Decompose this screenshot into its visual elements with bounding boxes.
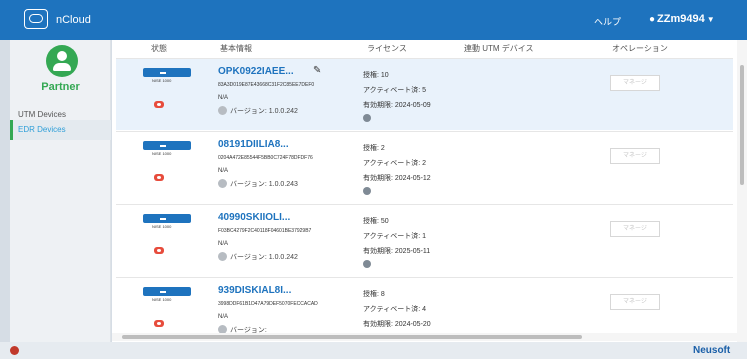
alert-icon <box>154 247 164 254</box>
license-activated: アクティベート済: 1 <box>363 233 427 240</box>
cloud-logo-icon <box>24 9 48 29</box>
license-expiry: 有効期限: 2024-05-20 <box>363 321 431 328</box>
app-title: nCloud <box>56 14 91 26</box>
device-na: N/A <box>218 314 229 320</box>
footer-icon <box>10 346 19 355</box>
license-granted: 授権: 2 <box>363 145 385 152</box>
device-name[interactable]: 08191DIILIA8... <box>218 139 289 150</box>
table-row[interactable]: NISE 1000 40990SKIIOLI... F03BC4279F2C40… <box>116 204 733 276</box>
sidebar-item-edr-devices[interactable]: EDR Devices <box>10 120 111 140</box>
column-header-operation: オペレーション <box>612 44 668 53</box>
version-icon <box>218 179 227 188</box>
alert-icon <box>154 174 164 181</box>
device-name[interactable]: 939DISKIAL8I... <box>218 285 291 296</box>
version-icon <box>218 252 227 261</box>
role-label: Partner <box>41 81 80 93</box>
help-link[interactable]: ヘルプ <box>594 15 621 28</box>
device-serial: F03BC4279F2C40118F04601BE37929B7 <box>218 228 312 234</box>
column-header-license: ライセンス <box>367 44 407 53</box>
sidebar: Partner UTM Devices EDR Devices <box>10 40 111 349</box>
device-serial: 3998DDF61B1D47A79DEF5070FECCACAD <box>218 301 318 307</box>
refresh-icon <box>363 187 371 195</box>
refresh-icon <box>363 114 371 122</box>
device-serial: 0204A472E85544F5BB0C724F78DFDF76 <box>218 155 313 161</box>
version-icon <box>218 106 227 115</box>
device-version: バージョン: 1.0.0.242 <box>218 106 298 116</box>
device-version: バージョン: 1.0.0.242 <box>218 252 298 262</box>
brand-logo: Neusoft <box>693 345 731 356</box>
column-header-basic-info: 基本情報 <box>220 44 252 53</box>
device-icon: NISE 1000 <box>140 284 191 304</box>
license-activated: アクティベート済: 5 <box>363 87 427 94</box>
table-row[interactable]: NISE 1000 08191DIILIA8... 0204A472E85544… <box>116 131 733 203</box>
device-na: N/A <box>218 241 229 247</box>
device-version: バージョン: 1.0.0.243 <box>218 179 298 189</box>
user-menu[interactable]: ● ZZm9494 ▼ <box>649 13 715 25</box>
top-bar: nCloud ヘルプ ● ZZm9494 ▼ <box>0 0 747 40</box>
footer: Neusoft <box>0 342 747 359</box>
device-name[interactable]: OPK0922IAEE... <box>218 66 294 77</box>
license-activated: アクティベート済: 2 <box>363 160 427 167</box>
device-na: N/A <box>218 168 229 174</box>
device-table: 状態 基本情報 ライセンス 連動 UTM デバイス オペレーション NISE 1… <box>112 40 737 349</box>
alert-icon <box>154 320 164 327</box>
vertical-scrollbar[interactable] <box>737 40 747 349</box>
column-header-status: 状態 <box>151 44 167 53</box>
username: ZZm9494 <box>657 13 705 25</box>
license-expiry: 有効期限: 2025-05-11 <box>363 248 431 255</box>
license-granted: 授権: 10 <box>363 72 389 79</box>
license-expiry: 有効期限: 2024-05-09 <box>363 102 431 109</box>
device-na: N/A <box>218 95 229 101</box>
manage-button[interactable]: マネージ <box>610 294 660 310</box>
license-activated: アクティベート済: 4 <box>363 306 427 313</box>
device-name[interactable]: 40990SKIIOLI... <box>218 212 290 223</box>
device-serial: 83A3D019E87E43668C31F2C85EE7DEF0 <box>218 82 315 88</box>
manage-button[interactable]: マネージ <box>610 221 660 237</box>
license-granted: 授権: 8 <box>363 291 385 298</box>
license-granted: 授権: 50 <box>363 218 389 225</box>
device-icon: NISE 1000 <box>140 65 191 85</box>
avatar <box>46 45 78 77</box>
manage-button[interactable]: マネージ <box>610 75 660 91</box>
horizontal-scrollbar[interactable] <box>112 333 737 341</box>
app-frame: nCloud ヘルプ ● ZZm9494 ▼ Partner UTM Devices… <box>0 0 747 359</box>
edit-icon[interactable]: ✎ <box>313 65 321 76</box>
user-icon: ● <box>649 14 656 25</box>
alert-icon <box>154 101 164 108</box>
table-row[interactable]: NISE 1000 OPK0922IAEE... ✎ 83A3D019E87E4… <box>116 58 733 130</box>
caret-down-icon: ▼ <box>706 15 715 24</box>
manage-button[interactable]: マネージ <box>610 148 660 164</box>
column-header-linked-utm: 連動 UTM デバイス <box>464 44 534 53</box>
refresh-icon <box>363 260 371 268</box>
device-icon: NISE 1000 <box>140 211 191 231</box>
device-icon: NISE 1000 <box>140 138 191 158</box>
license-expiry: 有効期限: 2024-05-12 <box>363 175 431 182</box>
